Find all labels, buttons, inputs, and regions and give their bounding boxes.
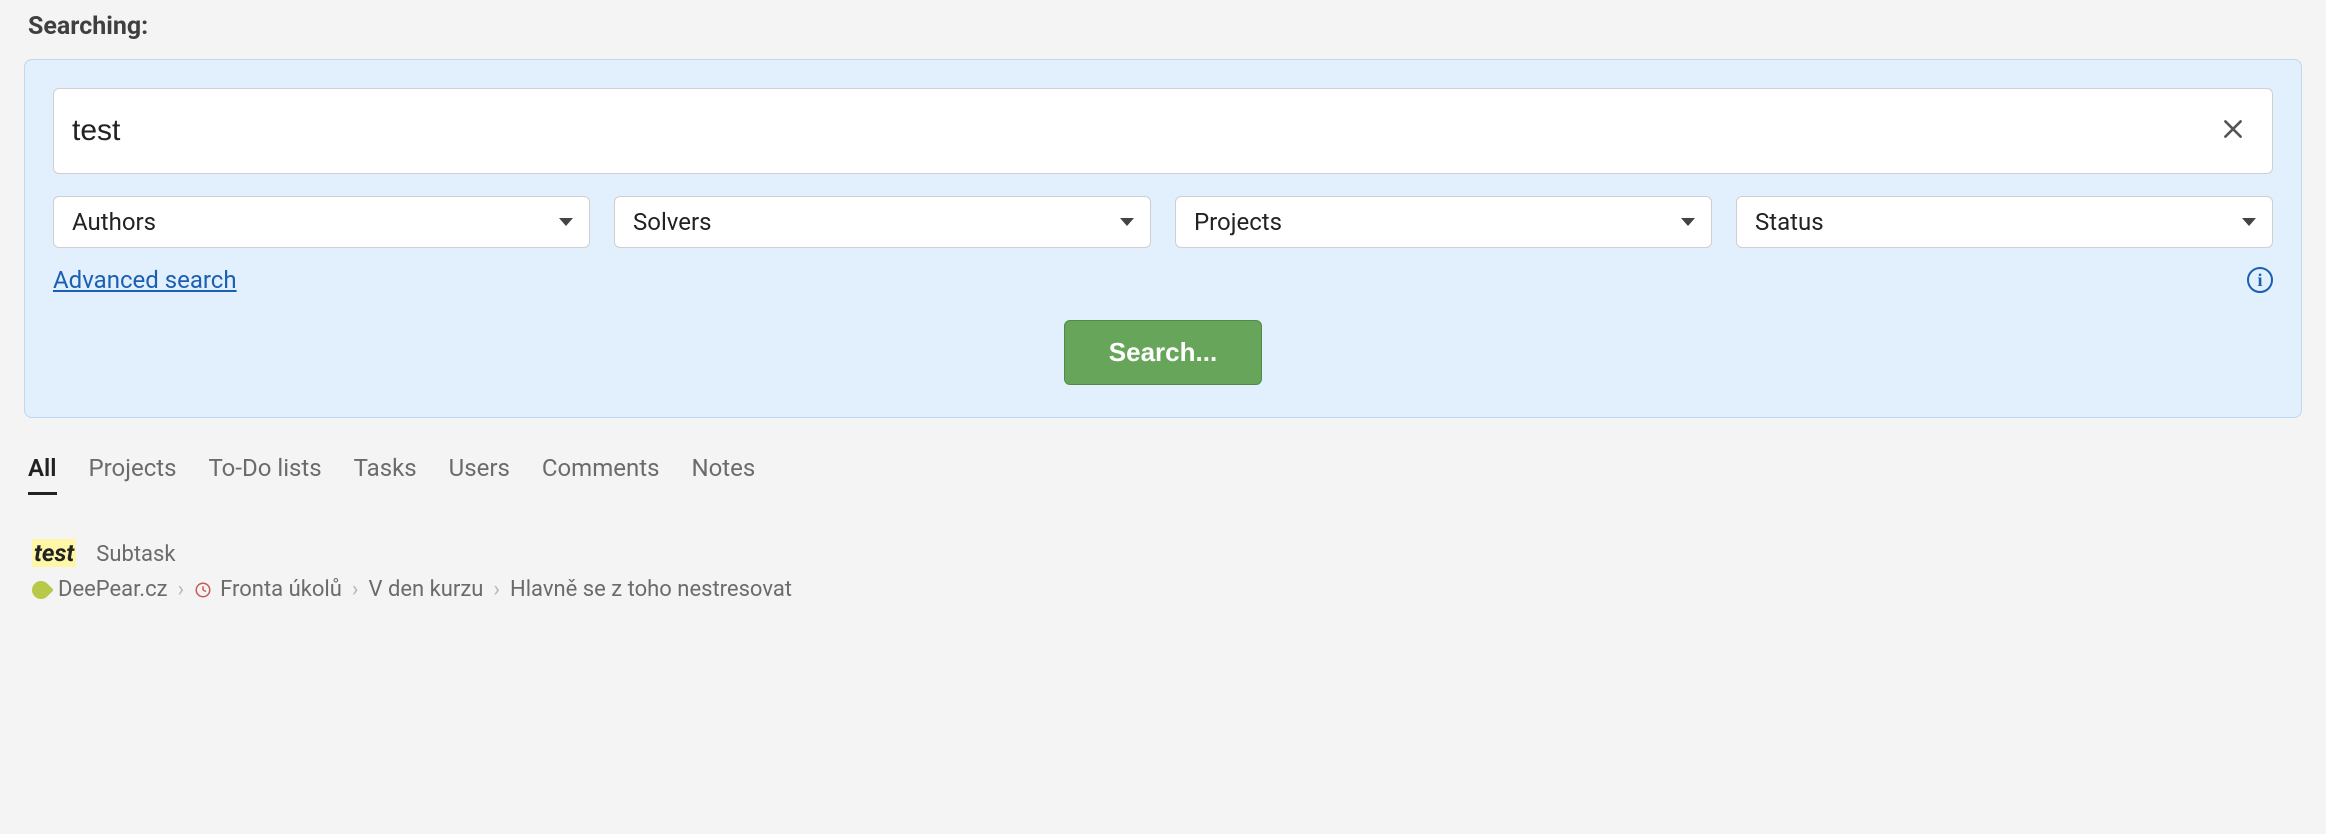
breadcrumb-item[interactable]: Hlavně se z toho nestresovat [510,577,792,602]
breadcrumb-separator-icon: › [493,577,500,602]
result-title[interactable]: test [32,539,76,567]
tab-projects[interactable]: Projects [89,454,177,495]
tab-comments[interactable]: Comments [542,454,660,495]
leaf-icon [28,577,53,602]
info-icon[interactable]: i [2247,267,2273,293]
search-button-row: Search... [53,320,2273,385]
result-type: Subtask [96,542,175,567]
tab-users[interactable]: Users [449,454,510,495]
breadcrumb-item[interactable]: DeePear.cz [32,577,168,602]
breadcrumb-separator-icon: › [352,577,359,602]
advanced-search-link[interactable]: Advanced search [53,266,237,294]
advanced-row: Advanced search i [53,266,2273,294]
search-button[interactable]: Search... [1064,320,1262,385]
tab-all[interactable]: All [28,454,57,495]
chevron-down-icon [559,218,573,226]
breadcrumb: DeePear.cz › Fronta úkolů › V den kurzu … [32,577,2302,602]
filter-projects[interactable]: Projects [1175,196,1712,248]
breadcrumb-label: V den kurzu [368,577,483,602]
search-input[interactable] [72,114,2212,148]
breadcrumb-label: DeePear.cz [58,577,168,602]
filter-label: Authors [72,208,156,236]
filter-solvers[interactable]: Solvers [614,196,1151,248]
page-title: Searching: [28,12,2302,41]
filter-label: Status [1755,208,1824,236]
clear-icon[interactable] [2212,110,2254,152]
chevron-down-icon [1120,218,1134,226]
chevron-down-icon [2242,218,2256,226]
search-result: test Subtask DeePear.cz › Fronta úkolů ›… [32,539,2302,602]
clock-icon [194,581,212,599]
tab-notes[interactable]: Notes [692,454,756,495]
chevron-down-icon [1681,218,1695,226]
filters-row: Authors Solvers Projects Status [53,196,2273,248]
filter-status[interactable]: Status [1736,196,2273,248]
tab-todo-lists[interactable]: To-Do lists [209,454,322,495]
search-input-row [53,88,2273,174]
breadcrumb-item[interactable]: V den kurzu [368,577,483,602]
breadcrumb-label: Hlavně se z toho nestresovat [510,577,792,602]
filter-label: Solvers [633,208,712,236]
filter-authors[interactable]: Authors [53,196,590,248]
result-header: test Subtask [32,539,2302,567]
breadcrumb-separator-icon: › [178,577,185,602]
tab-tasks[interactable]: Tasks [354,454,417,495]
breadcrumb-label: Fronta úkolů [220,577,342,602]
breadcrumb-item[interactable]: Fronta úkolů [194,577,342,602]
results-tabs: All Projects To-Do lists Tasks Users Com… [28,454,2302,495]
filter-label: Projects [1194,208,1282,236]
search-panel: Authors Solvers Projects Status Advanced… [24,59,2302,418]
